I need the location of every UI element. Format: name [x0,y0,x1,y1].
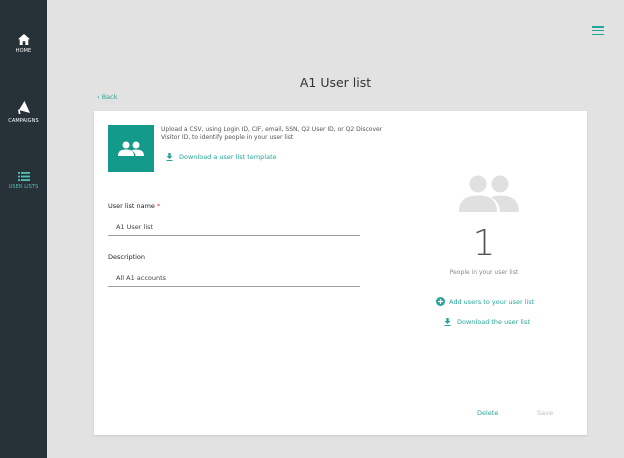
add-users-label: Add users to your user list [449,297,535,306]
nav-user-lists[interactable]: USER LISTS [0,172,47,190]
add-circle-icon [436,297,445,306]
download-icon [444,318,451,326]
people-large-icon [459,175,519,212]
name-label-text: User list name [108,202,155,210]
description-input[interactable] [108,269,360,287]
required-marker: * [157,202,161,210]
upload-tile [108,125,154,172]
people-icon [118,141,144,156]
nav-user-lists-label: USER LISTS [8,184,39,190]
nav-home[interactable]: HOME [0,34,47,54]
megaphone-icon [17,101,30,114]
back-label: Back [101,93,118,101]
download-template-label: Download a user list template [179,153,277,161]
download-list-link[interactable]: Download the user list [444,318,530,326]
nav-home-label: HOME [15,48,32,54]
sidebar: HOME CAMPAIGNS USER LISTS [0,0,47,458]
back-link[interactable]: ‹ Back [97,93,117,101]
user-list-name-label: User list name * [108,202,160,210]
delete-button[interactable]: Delete [477,409,498,417]
add-users-link[interactable]: Add users to your user list [436,297,534,306]
nav-campaigns[interactable]: CAMPAIGNS [0,101,47,124]
download-list-label: Download the user list [457,318,530,326]
home-icon [17,34,30,45]
list-icon [17,172,30,181]
menu-icon[interactable] [592,26,604,36]
upload-description: Upload a CSV, using Login ID, CIF, email… [161,126,383,141]
download-icon [166,153,173,161]
user-list-card: Upload a CSV, using Login ID, CIF, email… [94,111,587,435]
download-template-link[interactable]: Download a user list template [166,153,277,161]
people-count-label: People in your user list [449,269,519,276]
user-list-name-input[interactable] [108,218,360,236]
chevron-left-icon: ‹ [97,93,100,101]
page-title: A1 User list [299,75,372,90]
people-count: 1 [472,223,496,264]
nav-campaigns-label: CAMPAIGNS [8,118,39,124]
save-button[interactable]: Save [537,409,553,417]
description-label: Description [108,253,146,261]
